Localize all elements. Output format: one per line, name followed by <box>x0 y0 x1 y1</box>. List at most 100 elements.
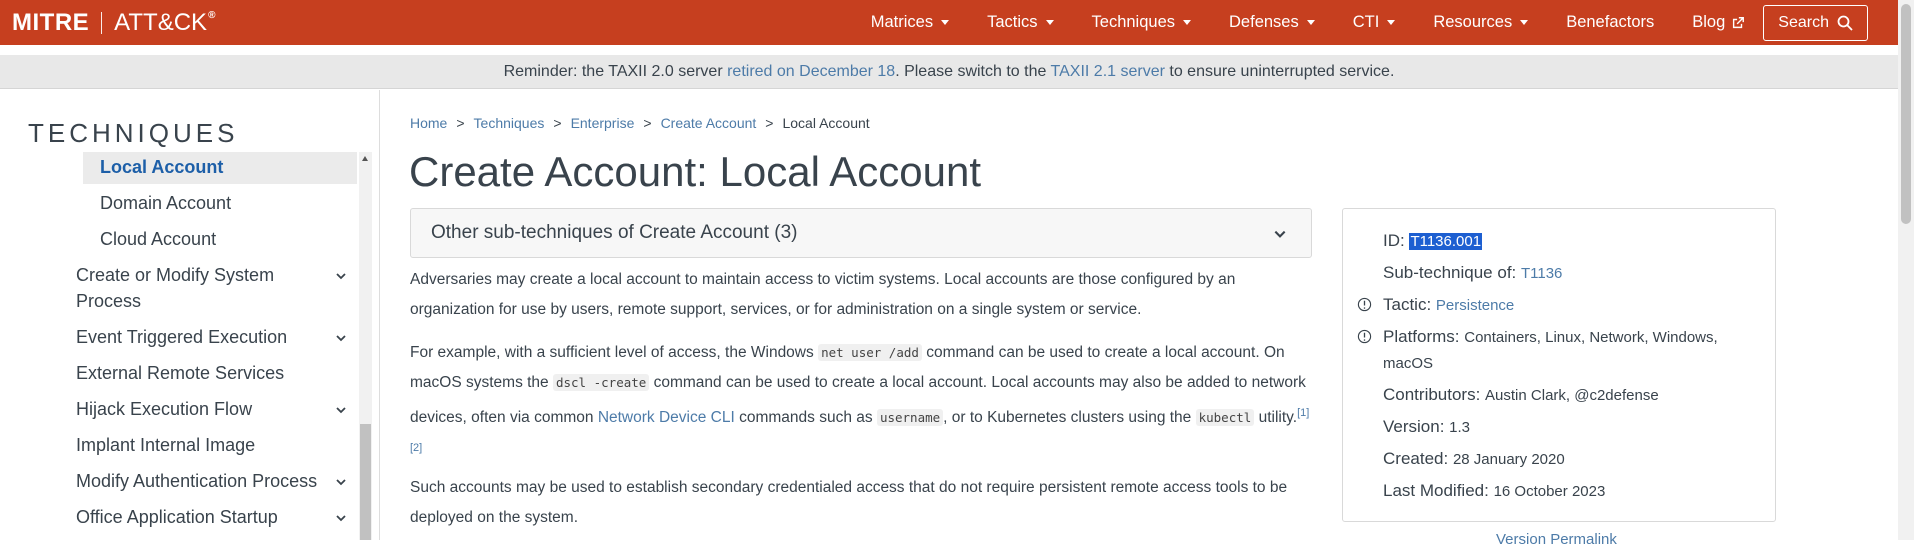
card-contributors-value: Austin Clark, @c2defense <box>1485 387 1659 404</box>
sidebar-item-local-account[interactable]: Local Account <box>100 157 223 178</box>
card-tactic-row: Tactic: Persistence <box>1383 295 1514 315</box>
card-id-label: ID: <box>1383 231 1410 250</box>
breadcrumb-separator: > <box>456 115 465 131</box>
chevron-down-icon[interactable] <box>335 512 347 524</box>
card-id-value[interactable]: T1136.001 <box>1409 233 1483 250</box>
breadcrumb: Home > Techniques > Enterprise > Create Accoun… <box>410 115 870 131</box>
sidebar-item-create-modify-system-process[interactable]: Create or Modify System <box>76 265 274 286</box>
breadcrumb-separator: > <box>643 115 652 131</box>
sidebar-item-hijack-execution-flow[interactable]: Hijack Execution Flow <box>76 399 252 420</box>
sidebar-item-domain-account[interactable]: Domain Account <box>100 193 231 214</box>
nav-defenses-label: Defenses <box>1229 13 1299 31</box>
sidebar-scrollbar-thumb[interactable] <box>360 424 371 540</box>
breadcrumb-current: Local Account <box>782 115 870 131</box>
other-subtechniques-dropdown[interactable]: Other sub-techniques of Create Account (… <box>410 208 1312 258</box>
nav-defenses[interactable]: Defenses <box>1229 13 1315 32</box>
sidebar-scrollbar[interactable] <box>359 152 372 540</box>
card-id-row: ID: T1136.001 <box>1383 231 1483 251</box>
card-version-value: 1.3 <box>1449 419 1471 436</box>
desc-text: , or to Kubernetes clusters using the <box>943 409 1196 427</box>
description-paragraph-3: Such accounts may be used to establish s… <box>410 479 1288 526</box>
nav-matrices[interactable]: Matrices <box>870 13 950 32</box>
nav-matrices-label: Matrices <box>870 13 934 31</box>
description-paragraph-1: Adversaries may create a local account t… <box>410 271 1236 318</box>
card-created-value: 28 January 2020 <box>1452 451 1565 468</box>
sidebar-item-cloud-account[interactable]: Cloud Account <box>100 229 216 250</box>
nav-menu: Matrices Tactics Techniques Defenses CTI… <box>833 0 1868 45</box>
card-version-row: Version: 1.3 <box>1383 417 1470 437</box>
breadcrumb-create-account[interactable]: Create Account <box>661 115 757 131</box>
card-contributors-label: Contributors: <box>1383 385 1486 404</box>
code-dscl-create: dscl -create <box>552 374 650 391</box>
nav-blog[interactable]: Blog <box>1692 13 1745 32</box>
page-scrollbar[interactable] <box>1898 0 1914 540</box>
caret-down-icon <box>1045 20 1054 25</box>
desc-text: utility. <box>1254 409 1298 427</box>
chevron-down-icon[interactable] <box>335 332 347 344</box>
link-network-device-cli[interactable]: Network Device CLI <box>598 409 735 426</box>
nav-techniques-label: Techniques <box>1091 13 1176 31</box>
brand-logo[interactable]: MITRE ATT&CK ® <box>12 9 216 37</box>
sidebar-item-office-application-startup[interactable]: Office Application Startup <box>76 507 278 528</box>
code-net-user-add: net user /add <box>818 344 922 361</box>
desc-text: commands such as <box>734 409 877 427</box>
brand-registered: ® <box>208 9 216 21</box>
chevron-down-icon[interactable] <box>335 270 347 282</box>
nav-benefactors[interactable]: Benefactors <box>1566 13 1654 32</box>
search-icon <box>1837 15 1853 31</box>
description-paragraph-2: For example, with a sufficient level of … <box>410 338 1310 468</box>
banner-link-taxii21[interactable]: TAXII 2.1 server <box>1051 63 1165 80</box>
breadcrumb-home[interactable]: Home <box>410 115 447 131</box>
banner-link-retired[interactable]: retired on December 18 <box>727 63 895 80</box>
banner-text-2: . Please switch to the <box>895 63 1051 80</box>
card-subtechnique-row: Sub-technique of: T1136 <box>1383 263 1562 283</box>
breadcrumb-techniques[interactable]: Techniques <box>474 115 545 131</box>
desc-text: For example, with a sufficient level of … <box>410 344 819 361</box>
nav-tactics[interactable]: Tactics <box>987 13 1054 32</box>
card-platforms-row: Platforms: Containers, Linux, Network, W… <box>1383 327 1718 347</box>
card-platforms-value: Containers, Linux, Network, Windows, <box>1464 329 1718 346</box>
chevron-down-icon <box>1274 230 1286 238</box>
banner-text-3: to ensure uninterrupted service. <box>1164 63 1395 80</box>
nav-resources-label: Resources <box>1433 13 1513 31</box>
search-button-label: Search <box>1778 13 1829 31</box>
nav-tactics-label: Tactics <box>987 13 1038 31</box>
brand-attack: ATT&CK <box>114 9 208 36</box>
card-platforms-label: Platforms: <box>1383 327 1465 346</box>
other-subtechniques-label: Other sub-techniques of Create Account (… <box>431 222 798 243</box>
chevron-down-icon[interactable] <box>335 404 347 416</box>
code-kubectl: kubectl <box>1195 409 1255 427</box>
sidebar-item-implant-internal-image[interactable]: Implant Internal Image <box>76 435 255 456</box>
info-icon[interactable] <box>1357 297 1372 312</box>
nav-techniques[interactable]: Techniques <box>1091 13 1192 32</box>
nav-cti-label: CTI <box>1352 13 1380 31</box>
chevron-down-icon[interactable] <box>335 476 347 488</box>
techniques-sidebar: TECHNIQUES Local Account Domain Account … <box>0 90 380 540</box>
card-contributors-row: Contributors: Austin Clark, @c2defense <box>1383 385 1659 405</box>
page-scrollbar-thumb[interactable] <box>1901 4 1911 224</box>
sidebar-item-modify-authentication-process[interactable]: Modify Authentication Process <box>76 471 317 492</box>
search-button[interactable]: Search <box>1763 4 1868 41</box>
nav-cti[interactable]: CTI <box>1353 13 1396 32</box>
scroll-up-arrow-icon[interactable] <box>362 156 368 161</box>
sidebar-item-external-remote-services[interactable]: External Remote Services <box>76 363 284 384</box>
banner-text-1: Reminder: the TAXII 2.0 server <box>503 63 728 80</box>
sidebar-item-event-triggered-execution[interactable]: Event Triggered Execution <box>76 327 287 348</box>
card-subtechnique-link[interactable]: T1136 <box>1521 265 1562 282</box>
sidebar-item-create-modify-system-process-line2[interactable]: Process <box>76 291 141 312</box>
caret-down-icon <box>941 20 950 25</box>
card-created-label: Created: <box>1383 449 1453 468</box>
caret-down-icon <box>1183 20 1192 25</box>
external-link-icon <box>1733 16 1745 28</box>
info-icon[interactable] <box>1357 329 1372 344</box>
card-version-label: Version: <box>1383 417 1450 436</box>
card-created-row: Created: 28 January 2020 <box>1383 449 1565 469</box>
breadcrumb-enterprise[interactable]: Enterprise <box>571 115 635 131</box>
code-username: username <box>876 409 944 427</box>
top-navbar: MITRE ATT&CK ® Matrices Tactics Techniqu… <box>0 0 1898 45</box>
card-tactic-link[interactable]: Persistence <box>1436 297 1514 314</box>
caret-down-icon <box>1520 20 1529 25</box>
taxii-reminder-banner: Reminder: the TAXII 2.0 server retired o… <box>0 55 1898 89</box>
brand-mitre: MITRE <box>12 9 90 36</box>
nav-resources[interactable]: Resources <box>1433 13 1529 32</box>
